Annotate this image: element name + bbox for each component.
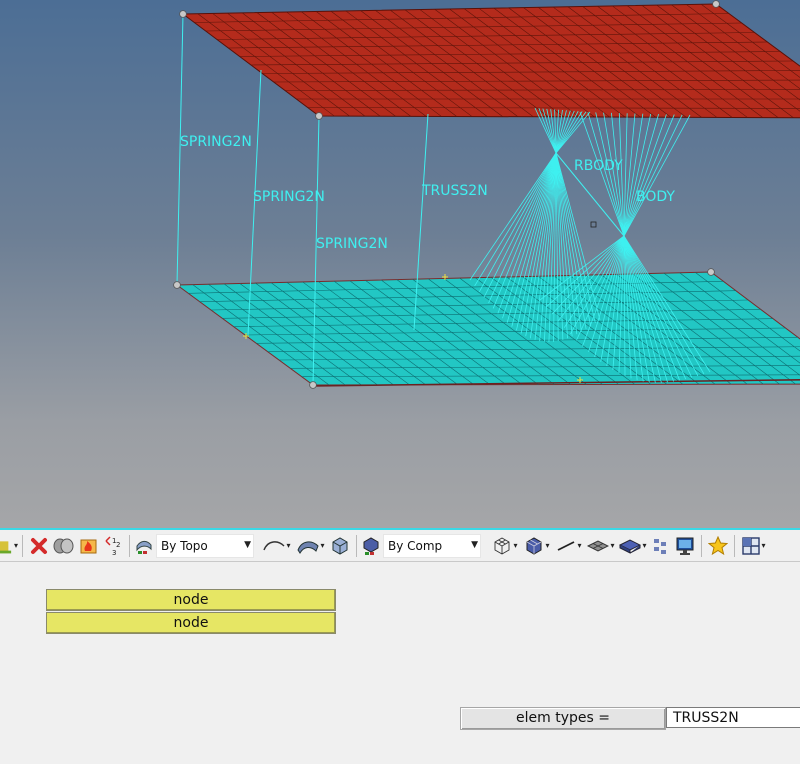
truss-label: TRUSS2N xyxy=(422,183,488,199)
surface-icon[interactable]: ▾ xyxy=(294,534,328,558)
mesh-display-icon[interactable] xyxy=(649,534,673,558)
spring-label-c: SPRING2N xyxy=(316,236,388,252)
shaded-elements-icon[interactable]: ▾ xyxy=(521,534,553,558)
star-icon[interactable] xyxy=(706,534,730,558)
comp-dropdown-value: By Comp xyxy=(388,538,443,553)
toolbar-separator xyxy=(701,534,702,557)
delete-icon[interactable] xyxy=(27,534,51,558)
surface-edge-icon[interactable]: ▾ xyxy=(260,534,294,558)
plate-icon[interactable]: ▾ xyxy=(585,534,617,558)
chevron-down-icon: ▼ xyxy=(471,539,478,550)
fire-icon[interactable] xyxy=(77,534,101,558)
topo-color-dropdown[interactable]: By Topo ▼ xyxy=(156,533,254,558)
component-icon[interactable]: ▾ xyxy=(0,534,18,558)
rbody-spoke xyxy=(603,112,625,237)
line-icon[interactable]: ▾ xyxy=(553,534,585,558)
elem-types-field[interactable]: TRUSS2N xyxy=(666,707,800,728)
geometry-color-icon[interactable] xyxy=(134,534,154,558)
spring-label-b: SPRING2N xyxy=(253,189,325,205)
shell-icon[interactable]: ▾ xyxy=(617,534,649,558)
rbody-spoke xyxy=(623,113,652,237)
visualization-toolbar: ▾ 123 By Topo ▼ ▾ ▾ By Comp ▼ ▾ ▾ ▾ ▾ ▾ … xyxy=(0,530,800,562)
toolbar-separator xyxy=(22,534,23,557)
topo-dropdown-value: By Topo xyxy=(161,538,208,553)
node-selector-1[interactable]: node xyxy=(46,589,336,611)
rbody-spoke xyxy=(587,112,625,237)
spring-label-a: SPRING2N xyxy=(180,134,252,150)
cylinders-icon[interactable] xyxy=(51,534,77,558)
node-selector-2[interactable]: node xyxy=(46,612,336,634)
svg-text:3: 3 xyxy=(112,549,116,557)
graphics-viewport[interactable]: SPRING2N SPRING2N SPRING2N TRUSS2N RBODY… xyxy=(0,0,800,528)
rbody-spoke xyxy=(623,114,675,237)
element-color-icon[interactable] xyxy=(361,534,381,558)
chevron-down-icon: ▼ xyxy=(244,539,251,550)
corner-node xyxy=(309,381,317,389)
toolbar-separator xyxy=(129,534,130,557)
elem-types-button[interactable]: elem types = xyxy=(460,707,666,730)
entity-panel: node node elem types = TRUSS2N xyxy=(0,562,800,764)
pivot-marker xyxy=(590,221,597,228)
wireframe-icon[interactable]: ▾ xyxy=(489,534,521,558)
rbody-label-b: BODY xyxy=(636,189,675,205)
corner-node xyxy=(707,268,715,276)
model-scene xyxy=(173,0,800,389)
corner-node xyxy=(179,10,187,18)
rbody-spoke xyxy=(623,114,691,237)
solid-icon[interactable] xyxy=(328,534,352,558)
corner-node xyxy=(173,281,181,289)
corner-node xyxy=(315,112,323,120)
renumber-icon[interactable]: 123 xyxy=(101,534,125,558)
monitor-icon[interactable] xyxy=(673,534,697,558)
rbody-spoke xyxy=(623,114,667,237)
rbody-spoke xyxy=(469,152,557,281)
toolbar-separator xyxy=(356,534,357,557)
rbody-spoke xyxy=(555,111,583,154)
comp-color-dropdown[interactable]: By Comp ▼ xyxy=(383,533,481,558)
toolbar-separator xyxy=(734,534,735,557)
rbody-label-a: RBODY xyxy=(574,158,623,174)
svg-text:2: 2 xyxy=(116,541,120,549)
corner-node xyxy=(712,0,720,8)
window-icon[interactable]: ▾ xyxy=(739,534,769,558)
